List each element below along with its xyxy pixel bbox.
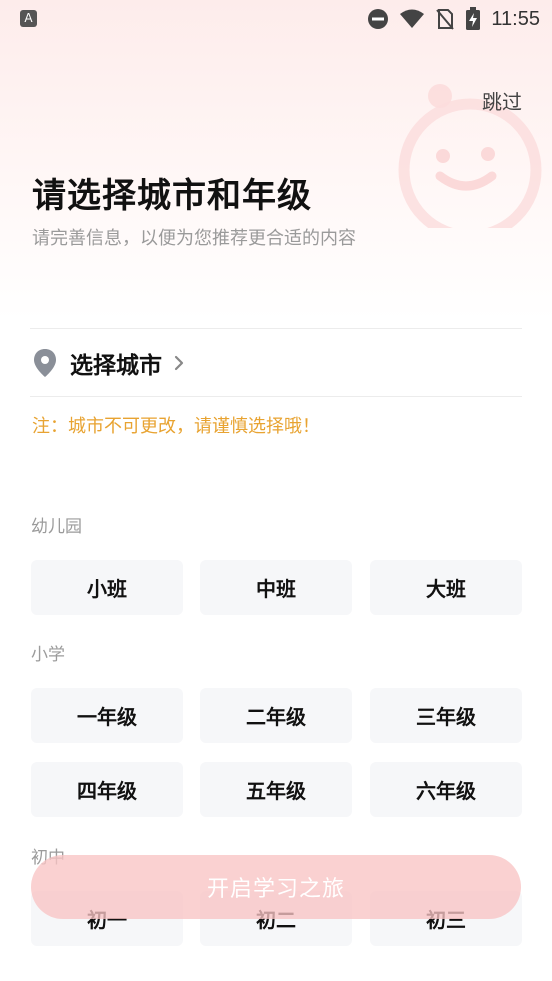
wifi-icon [400,9,425,28]
start-learning-button[interactable]: 开启学习之旅 [31,855,521,919]
skip-button[interactable]: 跳过 [482,86,522,115]
select-city-label: 选择城市 [70,353,162,379]
grade-button[interactable]: 六年级 [370,762,522,817]
section-label-kindergarten: 幼儿园 [31,517,82,537]
dnd-icon [368,9,389,29]
section-label-primary: 小学 [31,645,65,665]
location-pin-icon [34,349,56,377]
grade-button[interactable]: 五年级 [200,762,352,817]
city-note: 注：城市不可更改，请谨慎选择哦！ [32,416,320,437]
grade-button[interactable]: 中班 [200,560,352,615]
mascot-icon [398,84,542,228]
grade-button[interactable]: 四年级 [31,762,183,817]
notification-a-icon: A [20,10,37,27]
page-subtitle: 请完善信息，以便为您推荐更合适的内容 [32,228,356,249]
grade-button[interactable]: 三年级 [370,688,522,743]
clock: 11:55 [491,7,540,30]
no-sim-icon [436,9,455,30]
battery-charging-icon [466,7,481,30]
divider-bottom [30,396,522,397]
status-icons: 11:55 [367,6,540,32]
grade-button[interactable]: 二年级 [200,688,352,743]
divider-top [30,328,522,329]
page-title: 请选择城市和年级 [32,176,312,216]
grade-button[interactable]: 小班 [31,560,183,615]
grade-button[interactable]: 大班 [370,560,522,615]
status-bar: A 11:55 [0,0,552,38]
chevron-right-icon [174,355,184,371]
grade-button[interactable]: 一年级 [31,688,183,743]
select-city-row[interactable]: 选择城市 [30,330,522,396]
